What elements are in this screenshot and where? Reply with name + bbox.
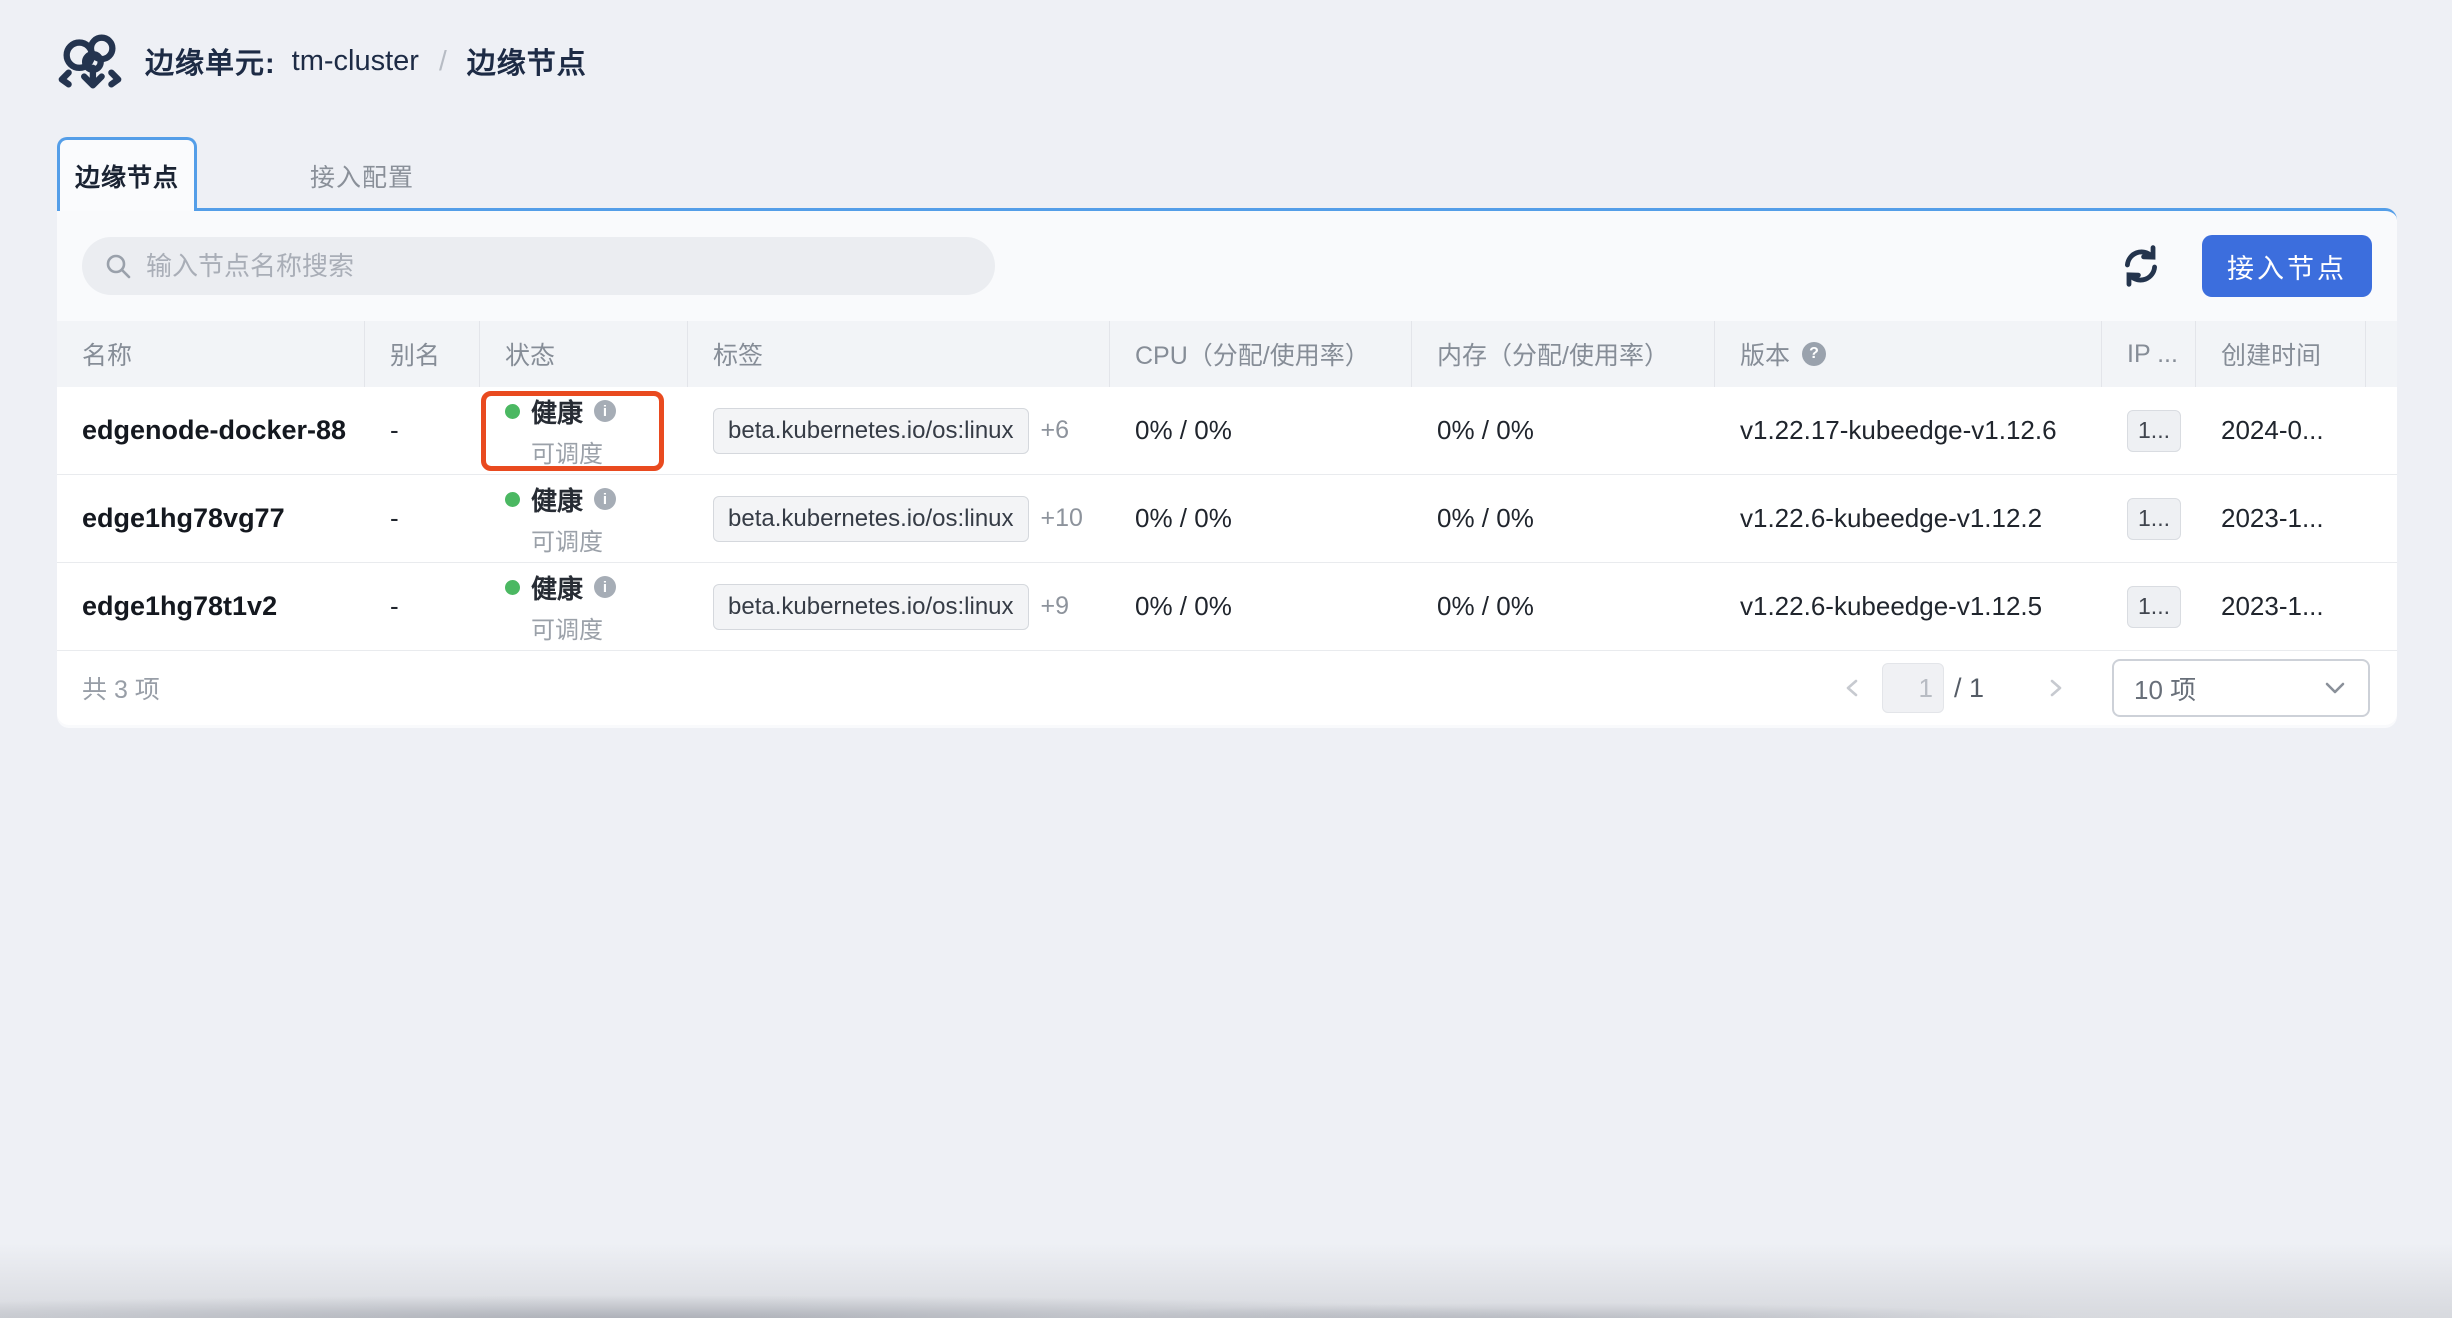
node-version: v1.22.17-kubeedge-v1.12.6 — [1715, 415, 2102, 446]
column-header-ip: IP ... — [2102, 321, 2196, 387]
node-cpu: 0% / 0% — [1110, 591, 1412, 622]
tab-bar: 边缘节点 接入配置 — [57, 137, 2397, 211]
node-memory: 0% / 0% — [1412, 503, 1715, 534]
column-header-name: 名称 — [57, 321, 365, 387]
node-ip-cell: 1... — [2102, 410, 2196, 452]
label-chip: beta.kubernetes.io/os:linux — [713, 584, 1029, 630]
status-dot-icon — [505, 580, 520, 595]
node-ip-cell: 1... — [2102, 498, 2196, 540]
next-page-icon[interactable] — [2040, 673, 2070, 703]
ip-chip[interactable]: 1... — [2127, 498, 2181, 540]
node-memory: 0% / 0% — [1412, 415, 1715, 446]
node-status-cell: 健康 i 可调度 — [480, 481, 688, 557]
tab-access-config[interactable]: 接入配置 — [237, 141, 487, 211]
label-chip: beta.kubernetes.io/os:linux — [713, 408, 1029, 454]
table-footer: 共 3 项 / 1 10 — [57, 651, 2397, 725]
node-version: v1.22.6-kubeedge-v1.12.5 — [1715, 591, 2102, 622]
page-size-select[interactable]: 10 项 — [2112, 659, 2370, 717]
label-chip: beta.kubernetes.io/os:linux — [713, 496, 1029, 542]
label-more-count[interactable]: +10 — [1041, 504, 1083, 533]
schedulable-text: 可调度 — [505, 434, 603, 469]
column-header-labels: 标签 — [688, 321, 1110, 387]
table-row: edge1hg78vg77 - 健康 i 可调度 beta.kubernetes… — [57, 475, 2397, 563]
status-dot-icon — [505, 492, 520, 507]
column-header-created: 创建时间 — [2196, 321, 2366, 387]
label-more-count[interactable]: +9 — [1041, 592, 1070, 621]
breadcrumb-separator: / — [439, 45, 447, 77]
node-alias: - — [365, 503, 480, 534]
version-help-icon[interactable]: ? — [1802, 342, 1826, 366]
search-box[interactable] — [82, 237, 995, 295]
page-total: / 1 — [1954, 673, 1984, 704]
node-alias: - — [365, 415, 480, 446]
cluster-name[interactable]: tm-cluster — [292, 45, 419, 78]
page-title: 边缘节点 — [467, 40, 587, 82]
edge-nodes-panel: 接入节点 名称 别名 状态 标签 CPU（分配/使用率） 内存（分配/使用率） … — [57, 208, 2397, 728]
table-header: 名称 别名 状态 标签 CPU（分配/使用率） 内存（分配/使用率） 版本 ? … — [57, 321, 2397, 387]
column-header-version: 版本 ? — [1715, 321, 2102, 387]
info-icon[interactable]: i — [594, 576, 616, 598]
node-cpu: 0% / 0% — [1110, 415, 1412, 446]
page-number-input[interactable] — [1882, 663, 1944, 713]
node-labels-cell: beta.kubernetes.io/os:linux +10 — [688, 496, 1110, 542]
chevron-down-icon — [2322, 678, 2348, 698]
total-count: 共 3 项 — [82, 670, 160, 706]
node-version: v1.22.6-kubeedge-v1.12.2 — [1715, 503, 2102, 534]
table-row: edgenode-docker-88 - 健康 i 可调度 beta.kuber… — [57, 387, 2397, 475]
ip-chip[interactable]: 1... — [2127, 410, 2181, 452]
node-created: 2023-1... — [2196, 503, 2366, 534]
bottom-shadow — [0, 1243, 2452, 1318]
node-name: edgenode-docker-88 — [57, 415, 365, 446]
breadcrumb: 边缘单元: tm-cluster / 边缘节点 — [55, 25, 2452, 97]
ip-chip[interactable]: 1... — [2127, 586, 2181, 628]
label-more-count[interactable]: +6 — [1041, 416, 1070, 445]
node-alias: - — [365, 591, 480, 622]
status-text: 健康 — [531, 481, 583, 518]
node-name: edge1hg78t1v2 — [57, 591, 365, 622]
info-icon[interactable]: i — [594, 488, 616, 510]
search-icon — [104, 252, 132, 280]
refresh-icon[interactable] — [2118, 243, 2164, 289]
pagination: / 1 10 项 — [1838, 659, 2370, 717]
page-size-value: 10 项 — [2134, 670, 2322, 707]
table-body: edgenode-docker-88 - 健康 i 可调度 beta.kuber… — [57, 387, 2397, 651]
status-text: 健康 — [531, 393, 583, 430]
node-ip-cell: 1... — [2102, 586, 2196, 628]
toolbar: 接入节点 — [57, 211, 2397, 321]
screen: 边缘单元: tm-cluster / 边缘节点 边缘节点 接入配置 — [0, 0, 2452, 1318]
breadcrumb-text: 边缘单元: tm-cluster / 边缘节点 — [145, 40, 587, 82]
cloud-edge-logo-icon[interactable] — [55, 25, 125, 97]
schedulable-text: 可调度 — [505, 610, 603, 645]
schedulable-text: 可调度 — [505, 522, 603, 557]
status-dot-icon — [505, 404, 520, 419]
tab-edge-nodes[interactable]: 边缘节点 — [57, 137, 197, 211]
node-name: edge1hg78vg77 — [57, 503, 365, 534]
info-icon[interactable]: i — [594, 400, 616, 422]
column-header-spacer — [2366, 321, 2397, 387]
node-cpu: 0% / 0% — [1110, 503, 1412, 534]
tab-access-config-label: 接入配置 — [310, 158, 414, 194]
search-input[interactable] — [146, 251, 973, 282]
node-created: 2023-1... — [2196, 591, 2366, 622]
node-labels-cell: beta.kubernetes.io/os:linux +9 — [688, 584, 1110, 630]
column-header-memory: 内存（分配/使用率） — [1412, 321, 1715, 387]
status-text: 健康 — [531, 569, 583, 606]
node-status-cell: 健康 i 可调度 — [480, 569, 688, 645]
join-node-button[interactable]: 接入节点 — [2202, 235, 2372, 297]
prev-page-icon[interactable] — [1838, 673, 1868, 703]
column-header-cpu: CPU（分配/使用率） — [1110, 321, 1412, 387]
node-created: 2024-0... — [2196, 415, 2366, 446]
node-status-cell: 健康 i 可调度 — [480, 393, 688, 469]
column-header-alias: 别名 — [365, 321, 480, 387]
node-labels-cell: beta.kubernetes.io/os:linux +6 — [688, 408, 1110, 454]
column-header-status: 状态 — [480, 321, 688, 387]
table-row: edge1hg78t1v2 - 健康 i 可调度 beta.kubernetes… — [57, 563, 2397, 651]
tab-edge-nodes-label: 边缘节点 — [75, 158, 179, 194]
breadcrumb-label: 边缘单元: — [145, 40, 276, 82]
node-memory: 0% / 0% — [1412, 591, 1715, 622]
